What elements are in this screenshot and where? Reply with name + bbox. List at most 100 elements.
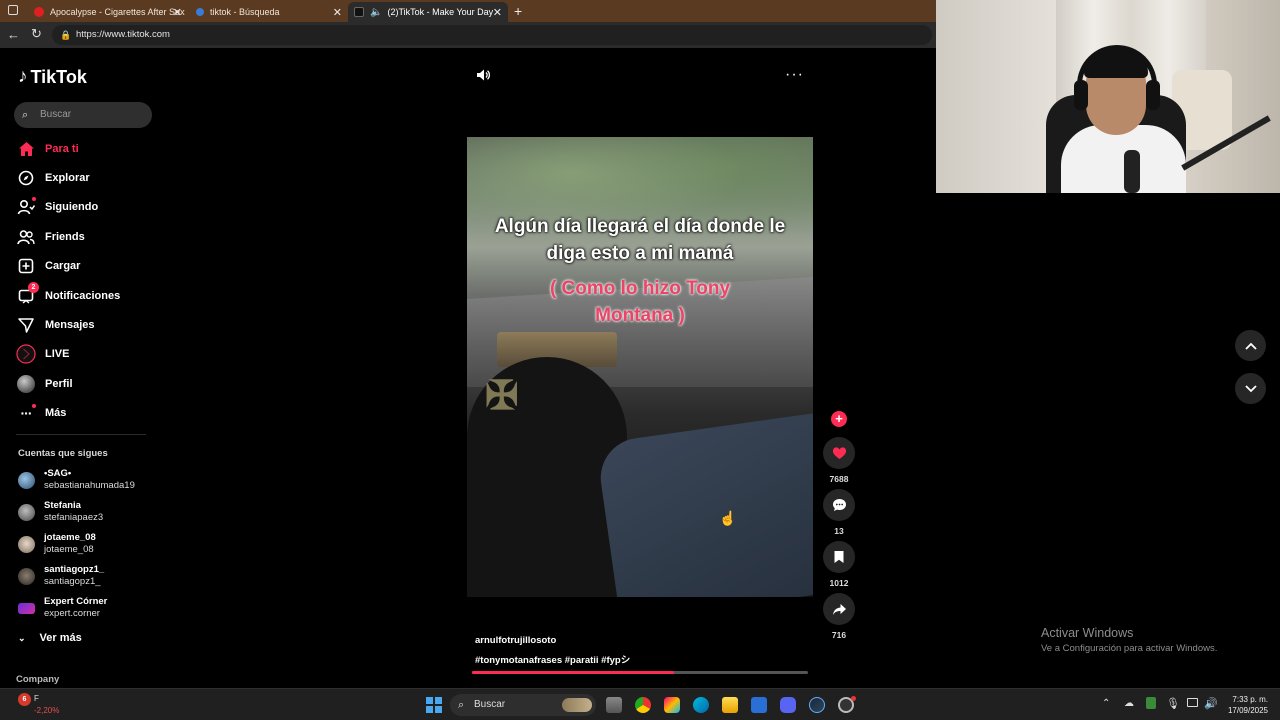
taskbar-search[interactable]: ⌕ Buscar [450, 694, 596, 716]
video-progress-bar[interactable] [472, 671, 808, 674]
nav-mas[interactable]: ··· Más [16, 401, 66, 425]
tab-actions-icon[interactable] [8, 5, 18, 15]
tab-tiktok-active[interactable]: 🔈 (2)TikTok - Make Your Day ✕ [348, 2, 508, 22]
back-icon[interactable]: ← [7, 27, 20, 42]
nav-explorar[interactable]: Explorar [16, 166, 90, 190]
nav-mensajes[interactable]: Mensajes [16, 313, 95, 337]
heart-icon [832, 447, 846, 459]
nav-label: LIVE [45, 348, 70, 360]
nav-live[interactable]: LIVE [16, 342, 69, 366]
share-button[interactable] [823, 593, 855, 625]
search-icon: ⌕ [458, 699, 465, 711]
save-button[interactable] [823, 541, 855, 573]
like-button[interactable] [823, 437, 855, 469]
search-input[interactable]: ⌕ Buscar [14, 102, 152, 128]
account-item[interactable]: •SAG• sebastianahumada19 [18, 466, 135, 494]
search-highlight-image [562, 698, 592, 712]
next-video-button[interactable] [1235, 373, 1266, 404]
following-icon [16, 197, 36, 217]
nav-label: Friends [45, 231, 85, 243]
store-icon[interactable] [751, 697, 767, 713]
see-more-button[interactable]: ⌄ Ver más [18, 626, 82, 650]
microphone-icon[interactable]: 🎙 [1166, 697, 1180, 710]
account-username: expert.corner [44, 608, 100, 619]
chevron-up-icon [1244, 342, 1257, 350]
tab-title: Apocalypse - Cigarettes After Sex [50, 7, 185, 17]
home-icon [16, 139, 36, 159]
file-explorer-icon[interactable] [722, 697, 738, 713]
nav-cargar[interactable]: Cargar [16, 254, 80, 278]
activate-windows-subtitle: Ve a Configuración para activar Windows. [1041, 643, 1218, 654]
account-item[interactable]: Expert Córner expert.corner [18, 594, 107, 622]
company-link[interactable]: Company [16, 674, 59, 685]
account-name: •SAG• [44, 468, 72, 479]
compass-icon [16, 168, 36, 188]
nav-friends[interactable]: Friends [16, 225, 85, 249]
system-clock[interactable]: 7:33 p. m. 17/09/2025 [1222, 694, 1268, 716]
browser-address-bar: ← ↻ 🔒 https://www.tiktok.com [0, 22, 936, 48]
tiktok-favicon-icon [354, 7, 364, 17]
notification-badge: 2 [28, 282, 39, 293]
nav-para-ti[interactable]: Para ti [16, 137, 79, 161]
close-tab-icon[interactable]: ✕ [493, 6, 502, 19]
video-hashtags[interactable]: #tonymotanafrases #paratii #fypシ [475, 652, 630, 666]
video-progress-fill [472, 671, 674, 674]
volume-icon[interactable] [475, 67, 491, 88]
avatar [18, 567, 35, 585]
windows-taskbar: 6 F -2,20% ⌕ Buscar ⌃ ☁ 🎙 🔊 7:33 p. m. 1… [0, 688, 1280, 720]
nav-siguiendo[interactable]: Siguiendo [16, 195, 98, 219]
close-tab-icon[interactable]: ✕ [173, 6, 182, 19]
follow-plus-icon[interactable]: + [831, 411, 847, 427]
cloud-icon[interactable]: ☁ [1124, 698, 1134, 709]
task-view-icon[interactable] [606, 697, 622, 713]
friends-icon [16, 227, 36, 247]
nav-label: Perfil [45, 378, 73, 390]
tiktok-logo[interactable]: ♪ TikTok [18, 66, 87, 88]
account-username: jotaeme_08 [44, 544, 94, 555]
previous-video-button[interactable] [1235, 330, 1266, 361]
youtube-favicon-icon [34, 7, 44, 17]
widget-change: -2,20% [34, 706, 60, 715]
copilot-icon[interactable] [664, 697, 680, 713]
reload-icon[interactable]: ↻ [31, 26, 42, 42]
video-author[interactable]: arnulfotrujillosoto [475, 635, 556, 646]
network-icon[interactable] [1187, 698, 1198, 707]
nav-notificaciones[interactable]: 2 Notificaciones [16, 282, 120, 308]
audio-playing-icon[interactable]: 🔈 [370, 7, 382, 18]
avatar [18, 535, 35, 553]
speaker-icon[interactable]: 🔊 [1204, 697, 1218, 710]
chevron-down-icon [1244, 384, 1257, 392]
clock-time: 7:33 p. m. [1232, 695, 1268, 704]
more-icon: ··· [16, 403, 36, 423]
tiktok-note-icon: ♪ [18, 66, 28, 87]
url-field[interactable]: 🔒 https://www.tiktok.com [52, 25, 932, 45]
video-caption-main: Algún día llegará el día donde le diga e… [494, 216, 786, 264]
steam-icon[interactable] [809, 697, 825, 713]
discord-icon[interactable] [780, 697, 796, 713]
chrome-icon[interactable] [635, 697, 651, 713]
tab-tiktok-search[interactable]: tiktok - Búsqueda ✕ [190, 2, 348, 22]
account-item[interactable]: santiagopz1_ santiagopz1_ [18, 562, 104, 590]
microphone [1124, 150, 1140, 193]
comment-button[interactable] [823, 489, 855, 521]
video-player[interactable]: ✠ Algún día llegará el día donde le diga… [467, 137, 813, 597]
edge-icon[interactable] [693, 697, 709, 713]
tab-apocalypse[interactable]: Apocalypse - Cigarettes After Sex ✕ [28, 2, 188, 22]
stock-widget-icon[interactable]: 6 [18, 693, 31, 706]
security-icon[interactable] [1146, 697, 1156, 709]
widget-label: F [34, 694, 39, 703]
more-options-icon[interactable]: ··· [785, 66, 804, 84]
account-item[interactable]: jotaeme_08 jotaeme_08 [18, 530, 96, 558]
nav-label: Mensajes [45, 319, 95, 331]
avatar [18, 602, 35, 614]
search-placeholder: Buscar [40, 109, 72, 120]
like-count: 7688 [829, 474, 849, 484]
new-tab-icon[interactable]: + [514, 3, 522, 19]
tray-chevron-up-icon[interactable]: ⌃ [1102, 698, 1110, 709]
recording-dot [851, 696, 856, 701]
account-item[interactable]: Stefania stefaniapaez3 [18, 498, 103, 526]
nav-perfil[interactable]: Perfil [16, 372, 73, 396]
close-tab-icon[interactable]: ✕ [333, 6, 342, 19]
new-dot [32, 404, 36, 408]
windows-start-icon[interactable] [426, 697, 442, 713]
